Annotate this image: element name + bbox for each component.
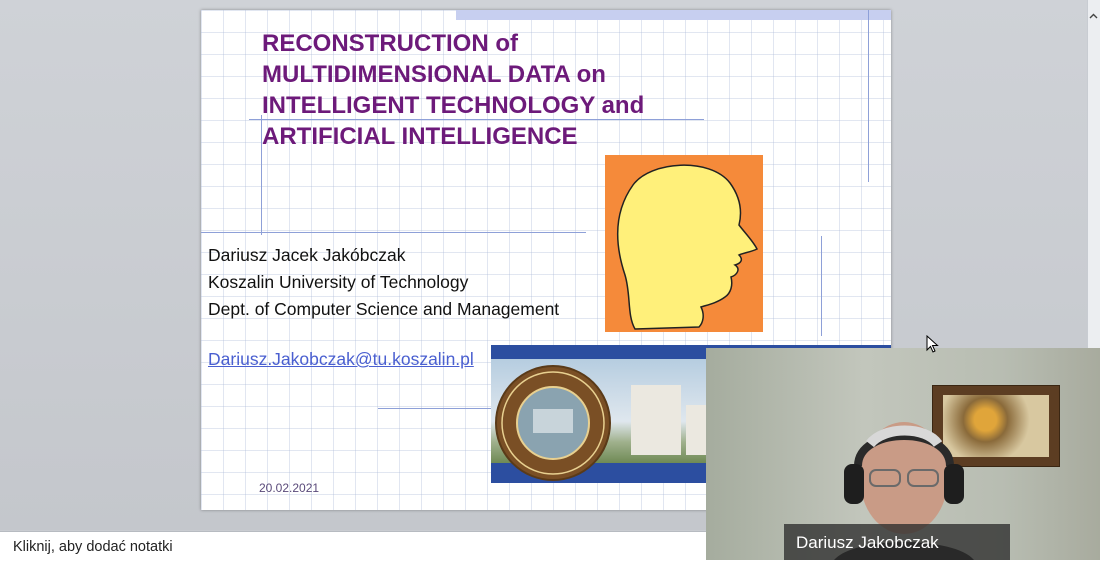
author-block: Dariusz Jacek Jakóbczak Koszalin Univers… xyxy=(208,242,559,323)
title-line: MULTIDIMENSIONAL DATA on xyxy=(262,61,606,88)
photo-building xyxy=(686,405,706,455)
video-feed-tile[interactable]: Dariusz Jakobczak xyxy=(706,348,1100,560)
head-silhouette-icon xyxy=(616,164,759,330)
author-university: Koszalin University of Technology xyxy=(208,272,469,292)
title-line: ARTIFICIAL INTELLIGENCE xyxy=(262,123,578,150)
title-line: RECONSTRUCTION of xyxy=(262,30,518,57)
mouse-pointer-icon xyxy=(926,335,939,353)
slide-date: 20.02.2021 xyxy=(259,481,320,495)
head-silhouette-image xyxy=(605,155,763,332)
participant-name-tag: Dariusz Jakobczak xyxy=(784,524,1010,560)
slide-title: RECONSTRUCTION of MULTIDIMENSIONAL DATA … xyxy=(262,28,732,152)
author-department: Dept. of Computer Science and Management xyxy=(208,299,560,319)
notes-placeholder: Kliknij, aby dodać notatki xyxy=(13,539,173,555)
university-seal-logo xyxy=(495,365,611,481)
author-email-link[interactable]: Dariusz.Jakobczak@tu.koszalin.pl xyxy=(208,349,474,370)
author-name: Dariusz Jacek Jakóbczak xyxy=(208,245,406,265)
decor-vertical-line xyxy=(868,10,869,182)
chevron-up-icon[interactable] xyxy=(1089,12,1098,21)
photo-building xyxy=(631,385,681,455)
title-line: INTELLIGENT TECHNOLOGY and xyxy=(262,92,645,119)
seal-icon xyxy=(501,371,605,475)
decor-vertical-line xyxy=(821,236,822,336)
decor-horizontal-line xyxy=(378,408,493,409)
decor-horizontal-line xyxy=(201,232,586,233)
slide-top-band xyxy=(456,10,891,20)
participant-name: Dariusz Jakobczak xyxy=(796,533,939,552)
